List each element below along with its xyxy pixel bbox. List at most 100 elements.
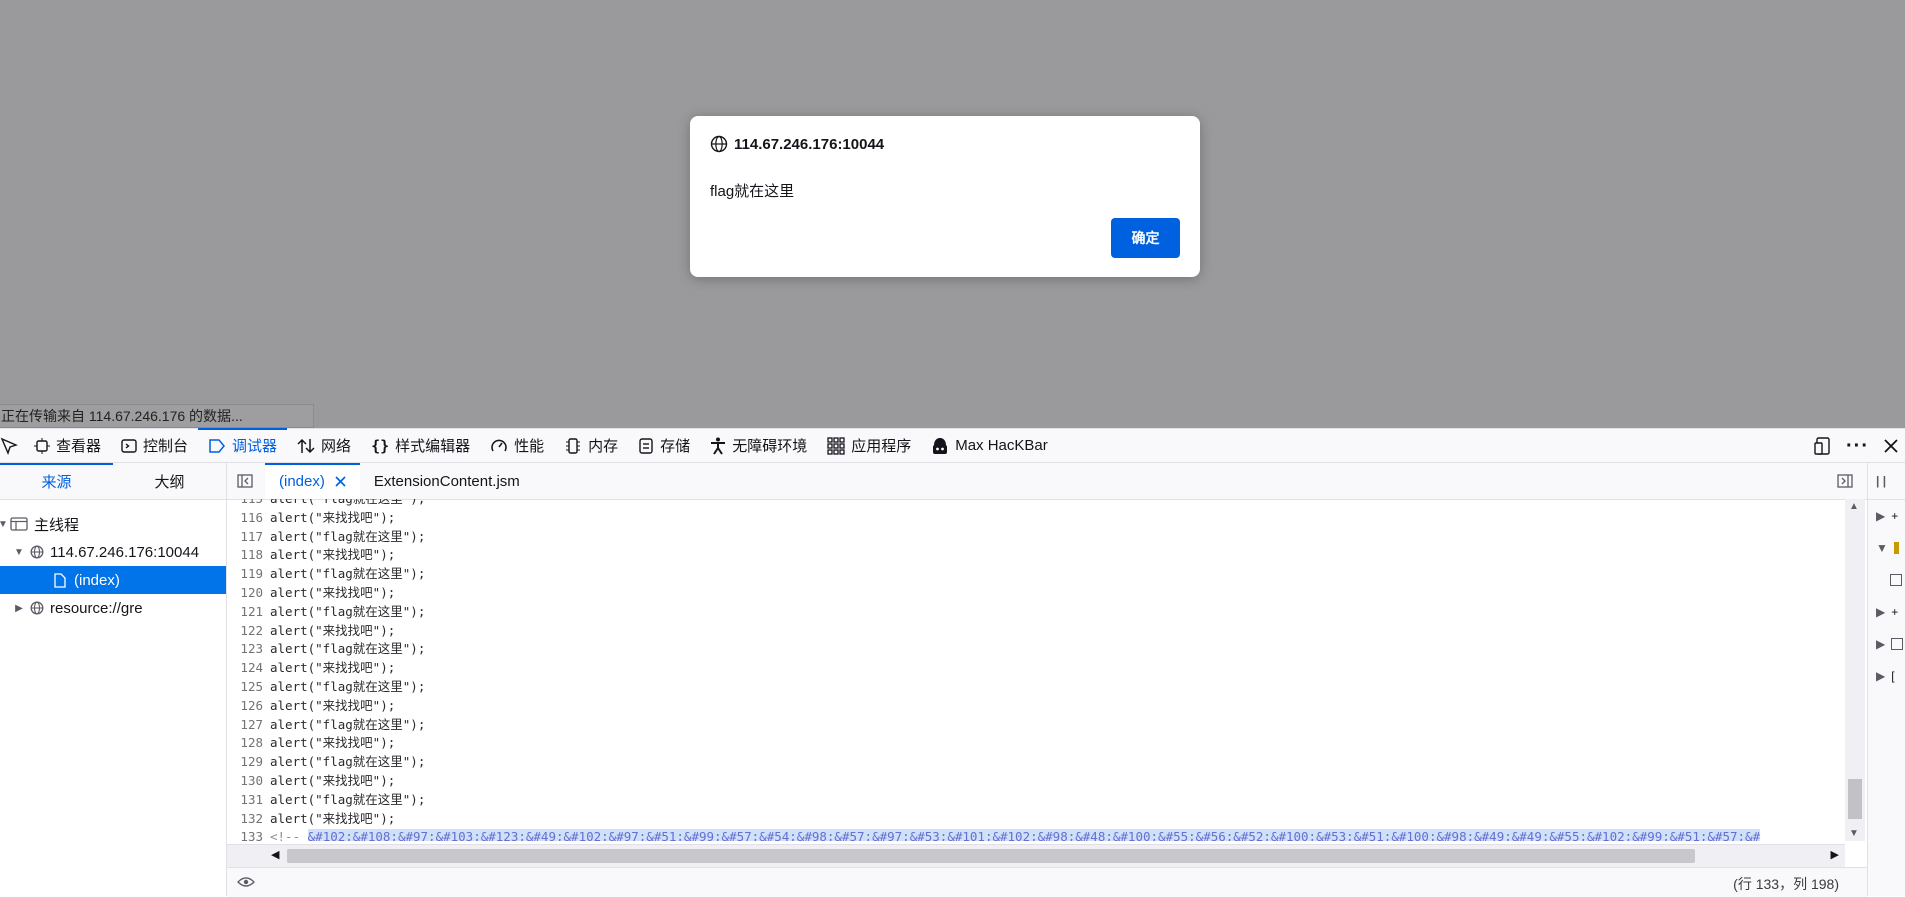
tree-item-host[interactable]: ▼ 114.67.246.176:10044 xyxy=(0,538,226,566)
sidebar-row[interactable]: ▶ [ xyxy=(1868,660,1905,692)
inspector-icon xyxy=(34,437,50,454)
tree-item-main-thread[interactable]: ▼ 主线程 xyxy=(0,510,226,538)
more-options-icon[interactable]: ··· xyxy=(1846,435,1869,458)
line-number: 115 xyxy=(227,499,270,509)
line-number: 123 xyxy=(240,641,263,657)
pause-button[interactable]: | | xyxy=(1868,463,1905,500)
line-text: alert("flag就在这里"); xyxy=(270,678,426,694)
code-line: 129 alert("flag就在这里"); xyxy=(227,753,1847,772)
sidebar-row[interactable]: ▶ + xyxy=(1868,596,1905,628)
editor-tab-label: ExtensionContent.jsm xyxy=(373,472,520,490)
style-editor-icon: {} xyxy=(371,436,390,455)
line-text: alert("来找找吧"); xyxy=(270,697,396,713)
sidebar-row[interactable]: ▼ xyxy=(1868,532,1905,564)
toggle-sources-icon[interactable] xyxy=(237,474,253,488)
sources-panel: 来源 大纲 ▼ 主线程 ▼ 114.67.246.176:10044 (inde… xyxy=(0,463,227,896)
horizontal-scroll-thumb[interactable] xyxy=(287,849,1695,863)
code-line: 131 alert("flag就在这里"); xyxy=(227,791,1847,810)
hackbar-icon xyxy=(931,437,949,455)
editor-tab-index[interactable]: (index) xyxy=(265,463,360,499)
code-line: 125 alert("flag就在这里"); xyxy=(227,678,1847,697)
tab-max-hackbar[interactable]: Max HacKBar xyxy=(921,429,1058,463)
tree-item-resource[interactable]: ▶ resource://gre xyxy=(0,594,226,622)
devtools-toolbar: 查看器 控制台 调试器 网络 {} 样式编辑器 性能 内存 存储 无障碍环境 应… xyxy=(0,427,1905,463)
line-text: alert("来找找吧"); xyxy=(270,584,396,600)
ok-button[interactable]: 确定 xyxy=(1111,218,1180,258)
horizontal-scrollbar[interactable]: ◀ ▶ xyxy=(227,844,1845,867)
element-picker-button[interactable] xyxy=(0,429,24,463)
tab-network[interactable]: 网络 xyxy=(287,429,361,463)
line-number: 132 xyxy=(240,810,263,826)
chevron-right-icon[interactable]: ▶ xyxy=(12,603,26,614)
dialog-message: flag就在这里 xyxy=(710,183,795,200)
pointer-icon xyxy=(0,437,18,455)
line-text: alert("flag就在这里"); xyxy=(270,528,426,544)
debugger-icon xyxy=(208,438,226,454)
line-text: alert("来找找吧"); xyxy=(270,509,396,525)
scroll-left-icon[interactable]: ◀ xyxy=(271,848,279,861)
tab-style-editor[interactable]: {} 样式编辑器 xyxy=(361,429,480,463)
tab-sources[interactable]: 来源 xyxy=(0,463,113,499)
line-text: alert("flag就在这里"); xyxy=(270,603,426,619)
responsive-design-icon[interactable] xyxy=(1814,437,1832,455)
tab-label: 调试器 xyxy=(232,438,278,455)
code-line: 122 alert("来找找吧"); xyxy=(227,622,1847,641)
sidebar-row[interactable]: ▶ xyxy=(1868,628,1905,660)
tab-memory[interactable]: 内存 xyxy=(554,429,628,463)
tab-performance[interactable]: 性能 xyxy=(480,429,554,463)
code-line: 130 alert("来找找吧"); xyxy=(227,772,1847,791)
sidebar-row[interactable]: ▶ + xyxy=(1868,500,1905,532)
tab-debugger[interactable]: 调试器 xyxy=(198,427,288,463)
line-number: 117 xyxy=(240,528,263,544)
code-line: 127 alert("flag就在这里"); xyxy=(227,716,1847,735)
vertical-scrollbar[interactable]: ▲ ▼ xyxy=(1845,499,1865,841)
dialog-origin: 114.67.246.176:10044 xyxy=(710,135,884,153)
editor-footer: (行 133，列 198) xyxy=(227,867,1867,897)
line-number: 119 xyxy=(240,566,263,582)
editor-tab-extension[interactable]: ExtensionContent.jsm xyxy=(360,463,534,499)
code-line: 124 alert("来找找吧"); xyxy=(227,659,1847,678)
code-line: 123 alert("flag就在这里"); xyxy=(227,640,1847,659)
eye-icon[interactable] xyxy=(237,875,255,889)
tab-storage[interactable]: 存储 xyxy=(628,429,700,463)
line-number: 118 xyxy=(240,547,263,563)
line-text: alert("来找找吧"); xyxy=(270,622,396,638)
line-text: alert("flag就在这里"); xyxy=(270,791,426,807)
line-number: 133 xyxy=(240,829,263,841)
toggle-sidebar-icon[interactable] xyxy=(1837,474,1853,488)
line-number: 122 xyxy=(240,622,263,638)
line-number: 120 xyxy=(240,584,263,600)
source-editor: (index) ExtensionContent.jsm 115 alert("f… xyxy=(227,463,1867,897)
line-text: alert("来找找吧"); xyxy=(270,547,396,563)
tab-accessibility[interactable]: 无障碍环境 xyxy=(700,429,817,463)
code-line: 120 alert("来找找吧"); xyxy=(227,584,1847,603)
line-number: 124 xyxy=(240,660,263,676)
tree-item-label: 114.67.246.176:10044 xyxy=(50,543,200,561)
tab-application[interactable]: 应用程序 xyxy=(817,429,921,463)
console-icon xyxy=(121,438,137,454)
sidebar-row[interactable] xyxy=(1868,564,1905,596)
tree-item-index[interactable]: (index) xyxy=(0,566,226,594)
code-line: 119 alert("flag就在这里"); xyxy=(227,565,1847,584)
tab-console[interactable]: 控制台 xyxy=(111,429,198,463)
scroll-up-icon[interactable]: ▲ xyxy=(1849,501,1859,512)
close-tab-icon[interactable] xyxy=(335,475,346,487)
performance-icon xyxy=(490,438,508,454)
tab-outline[interactable]: 大纲 xyxy=(113,463,226,499)
line-number: 128 xyxy=(240,735,263,751)
vertical-scroll-thumb[interactable] xyxy=(1848,779,1862,819)
tab-inspector[interactable]: 查看器 xyxy=(24,429,111,463)
line-number: 121 xyxy=(240,603,263,619)
tab-label: 样式编辑器 xyxy=(395,438,471,455)
chevron-down-icon[interactable]: ▼ xyxy=(0,519,10,530)
line-number: 130 xyxy=(240,772,263,788)
close-icon[interactable] xyxy=(1883,438,1899,454)
scroll-down-icon[interactable]: ▼ xyxy=(1849,828,1859,839)
scroll-right-icon[interactable]: ▶ xyxy=(1831,848,1839,861)
chevron-down-icon[interactable]: ▼ xyxy=(12,547,26,558)
cursor-position: (行 133，列 198) xyxy=(1733,876,1839,892)
code-line: 128 alert("来找找吧"); xyxy=(227,734,1847,753)
code-view[interactable]: 115alert("flag就在这里"); 116alert("来找找吧"); … xyxy=(227,499,1847,841)
code-line: 117 alert("flag就在这里"); xyxy=(227,528,1847,547)
comment-start: <!-- xyxy=(270,829,308,841)
